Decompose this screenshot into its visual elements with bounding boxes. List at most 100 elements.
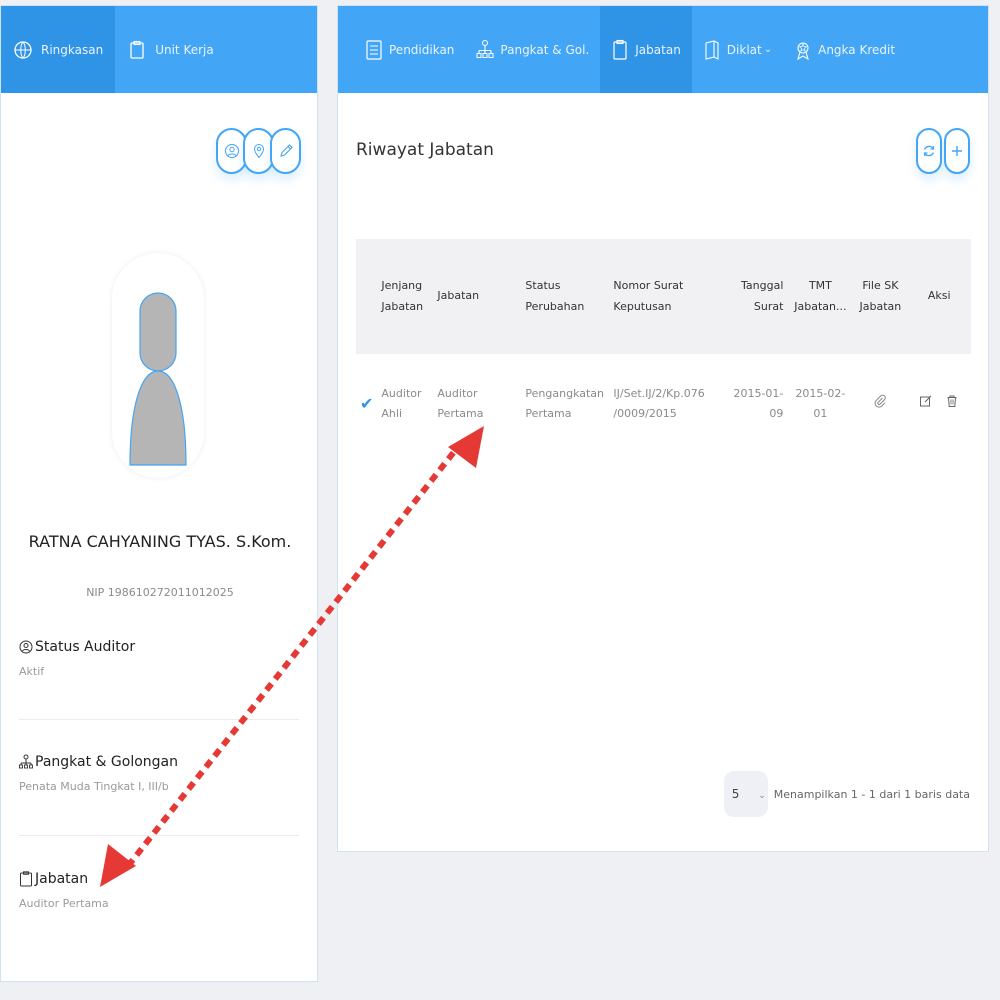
header-line: Perubahan bbox=[525, 299, 585, 313]
add-button[interactable] bbox=[944, 128, 970, 174]
hierarchy-icon bbox=[19, 754, 33, 769]
table-header[interactable]: TMT Jabatan... bbox=[787, 239, 853, 354]
location-pin-icon bbox=[253, 143, 264, 159]
table-row[interactable]: ✔ Auditor Ahli Auditor Pertama Pengangka… bbox=[356, 354, 971, 454]
info-title: Jabatan bbox=[19, 871, 299, 887]
tab-label: Diklat bbox=[726, 42, 762, 57]
riwayat-panel: Pendidikan Pangkat & Gol. Jabatan Diklat… bbox=[337, 5, 989, 852]
paperclip-icon[interactable] bbox=[873, 394, 887, 408]
info-jabatan: Jabatan Auditor Pertama bbox=[19, 871, 299, 910]
hierarchy-icon bbox=[476, 39, 494, 58]
chevron-down-icon: ⌄ bbox=[763, 44, 773, 55]
pagination-summary: Menampilkan 1 - 1 dari 1 baris data bbox=[773, 787, 970, 801]
header-line: Jabatan bbox=[381, 299, 424, 313]
checkmark-icon: ✔ bbox=[360, 393, 374, 413]
page-size-select[interactable]: 5 ⌄ bbox=[723, 771, 768, 817]
header-line: Tanggal bbox=[741, 278, 784, 292]
table-header[interactable]: Status Perubahan bbox=[521, 239, 609, 354]
tab-label: Pangkat & Gol. bbox=[500, 42, 590, 57]
edit-profile-button[interactable] bbox=[270, 128, 301, 174]
pencil-icon bbox=[279, 144, 293, 157]
cell-tmt-jabatan: 2015-02-01 bbox=[795, 387, 846, 420]
info-label: Jabatan bbox=[35, 871, 89, 887]
user-silhouette-icon bbox=[129, 292, 187, 466]
riwayat-actions bbox=[914, 128, 970, 174]
table-footer: 5 ⌄ Menampilkan 1 - 1 dari 1 baris data bbox=[723, 771, 970, 817]
header-line: Jabatan bbox=[437, 289, 480, 303]
table-header[interactable]: File SK Jabatan bbox=[853, 239, 907, 354]
info-value: Penata Muda Tingkat I, III/b bbox=[19, 780, 169, 793]
avatar bbox=[112, 253, 204, 478]
tab-pendidikan[interactable]: Pendidikan bbox=[354, 6, 465, 93]
table-header[interactable]: Jabatan bbox=[433, 239, 521, 354]
list-icon bbox=[366, 39, 382, 60]
header-line: Jenjang bbox=[381, 278, 423, 292]
divider bbox=[19, 835, 299, 836]
edit-icon[interactable] bbox=[919, 394, 933, 408]
page-size-value: 5 bbox=[731, 787, 740, 801]
info-pangkat-golongan: Pangkat & Golongan Penata Muda Tingkat I… bbox=[19, 754, 299, 793]
profile-actions bbox=[216, 128, 301, 174]
table-header-select bbox=[356, 239, 377, 354]
table-header[interactable]: Nomor Surat Keputusan bbox=[609, 239, 725, 354]
header-line: Status bbox=[525, 278, 561, 292]
tab-label: Ringkasan bbox=[41, 42, 104, 57]
page-title: Riwayat Jabatan bbox=[356, 140, 494, 160]
table-header: Aksi bbox=[907, 239, 971, 354]
refresh-button[interactable] bbox=[916, 128, 942, 174]
profile-tabs: Ringkasan Unit Kerja bbox=[1, 6, 317, 93]
globe-icon bbox=[14, 40, 32, 59]
cell-status: Pengangkatan Pertama bbox=[521, 354, 609, 454]
cell-line: Pengangkatan bbox=[525, 387, 605, 401]
cell-file-sk bbox=[853, 354, 907, 454]
profile-nip: NIP 198610272011012025 bbox=[86, 586, 234, 599]
header-line: Jabatan... bbox=[794, 299, 847, 313]
tab-label: Jabatan bbox=[635, 42, 681, 57]
tab-label: Unit Kerja bbox=[155, 42, 214, 57]
divider bbox=[19, 719, 299, 720]
clipboard-icon bbox=[20, 871, 32, 887]
tab-pangkat-gol[interactable]: Pangkat & Gol. bbox=[465, 6, 600, 93]
cell-line: Pertama bbox=[525, 407, 572, 420]
tab-jabatan[interactable]: Jabatan bbox=[600, 6, 692, 93]
tab-label: Angka Kredit bbox=[818, 42, 896, 57]
header-line: TMT bbox=[808, 278, 832, 292]
table-header[interactable]: Tanggal Surat bbox=[725, 239, 787, 354]
trash-icon[interactable] bbox=[945, 394, 959, 408]
refresh-icon bbox=[923, 145, 935, 157]
user-circle-icon bbox=[224, 144, 239, 158]
table-header-row: Jenjang Jabatan Jabatan Status Perubahan N… bbox=[356, 239, 971, 354]
header-line: Aksi bbox=[927, 289, 951, 303]
cell-aksi bbox=[907, 354, 971, 454]
header-line: File SK bbox=[862, 278, 899, 292]
header-line: Nomor Surat bbox=[613, 278, 684, 292]
header-line: Surat bbox=[753, 299, 784, 313]
table-header[interactable]: Jenjang Jabatan bbox=[377, 239, 433, 354]
info-status-auditor: Status Auditor Aktif bbox=[19, 639, 299, 678]
riwayat-jabatan-table: Jenjang Jabatan Jabatan Status Perubahan N… bbox=[356, 239, 971, 454]
tab-angka-kredit[interactable]: Angka Kredit bbox=[783, 6, 906, 93]
info-title: Status Auditor bbox=[19, 639, 299, 655]
row-check-cell[interactable]: ✔ bbox=[356, 354, 377, 454]
cell-jabatan: Auditor Pertama bbox=[437, 387, 484, 420]
info-label: Pangkat & Golongan bbox=[35, 754, 178, 770]
plus-icon bbox=[952, 146, 962, 156]
info-title: Pangkat & Golongan bbox=[19, 754, 299, 770]
profile-name: RATNA CAHYANING TYAS. S.Kom. bbox=[28, 532, 292, 551]
clipboard-icon bbox=[130, 40, 144, 59]
cell-jenjang: Auditor Ahli bbox=[381, 387, 422, 420]
badge-icon bbox=[797, 41, 810, 60]
cell-tanggal-surat: 2015-01-09 bbox=[733, 387, 784, 420]
cell-line: /0009/2015 bbox=[613, 407, 677, 420]
cell-nomor-surat: IJ/Set.IJ/2/Kp.076/0009/2015 bbox=[609, 354, 725, 454]
clipboard-icon bbox=[613, 39, 627, 60]
user-circle-icon bbox=[19, 640, 33, 654]
tab-unit-kerja[interactable]: Unit Kerja bbox=[115, 6, 226, 93]
cell-line: IJ/Set.IJ/2/Kp.076 bbox=[613, 387, 705, 401]
info-value: Auditor Pertama bbox=[19, 897, 109, 910]
tab-ringkasan[interactable]: Ringkasan bbox=[1, 6, 116, 93]
tab-diklat[interactable]: Diklat ⌄ bbox=[692, 6, 783, 93]
header-line: Jabatan bbox=[859, 299, 902, 313]
info-label: Status Auditor bbox=[35, 639, 136, 655]
profile-panel: Ringkasan Unit Kerja RATNA CAHYANING TYA… bbox=[0, 5, 318, 982]
